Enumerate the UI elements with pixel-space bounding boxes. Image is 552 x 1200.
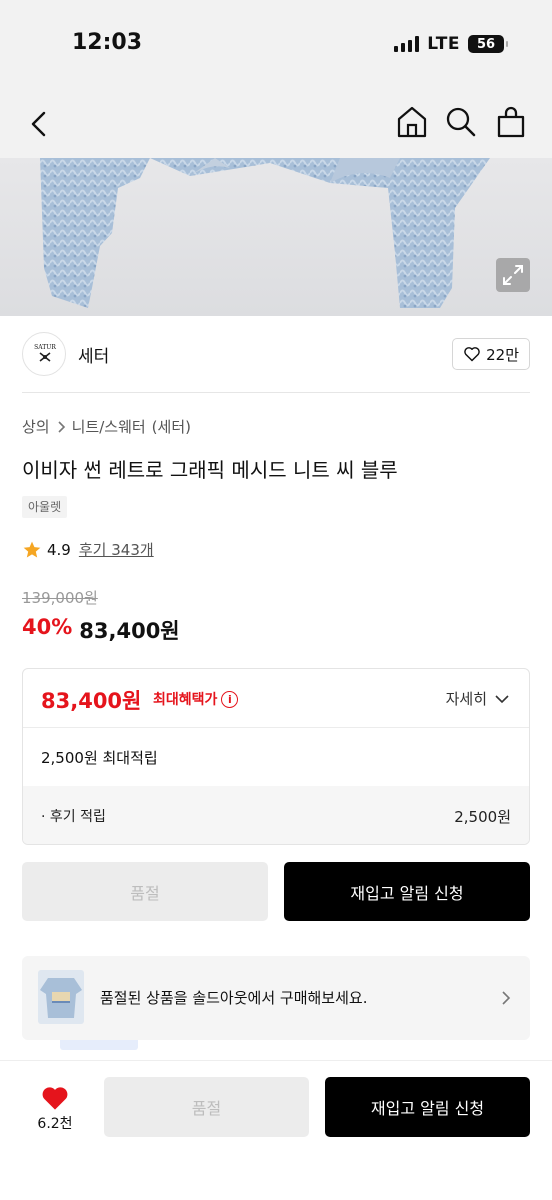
chevron-right-icon bbox=[58, 420, 65, 433]
benefit-header[interactable]: 83,400원 최대혜택가 i 자세히 bbox=[23, 669, 529, 727]
rating-value: 4.9 bbox=[47, 540, 71, 559]
status-indicators: LTE 56 bbox=[394, 34, 508, 54]
banner-thumbnail bbox=[38, 970, 84, 1024]
divider bbox=[22, 392, 530, 393]
max-points: 2,500원 최대적립 bbox=[41, 749, 158, 767]
breadcrumb-item-brand[interactable]: (세터) bbox=[152, 416, 191, 437]
product-image[interactable] bbox=[0, 158, 552, 316]
breadcrumb-item-top[interactable]: 상의 bbox=[22, 416, 50, 437]
soldout-button[interactable]: 품절 bbox=[22, 862, 268, 921]
sale-price: 83,400원 bbox=[79, 619, 180, 643]
product-title: 이비자 썬 레트로 그래픽 메시드 니트 씨 블루 bbox=[22, 458, 398, 482]
original-price: 139,000원 bbox=[22, 589, 98, 607]
battery-level: 56 bbox=[476, 36, 496, 52]
bottom-restock-alert-button[interactable]: 재입고 알림 신청 bbox=[325, 1077, 530, 1137]
brand-row: SATUR 세터 22만 bbox=[22, 332, 530, 376]
nav-bar bbox=[0, 92, 552, 158]
battery-icon: 56 bbox=[468, 35, 508, 53]
breadcrumb: 상의 니트/스웨터 (세터) bbox=[22, 416, 191, 437]
max-benefit-label: 최대혜택가 i bbox=[153, 689, 239, 709]
review-points-label: · 후기 적립 bbox=[41, 809, 106, 825]
brand-logo[interactable]: SATUR bbox=[22, 332, 66, 376]
review-link[interactable]: 후기 343개 bbox=[79, 539, 154, 560]
back-icon bbox=[31, 111, 46, 137]
heart-outline-icon bbox=[464, 347, 480, 362]
wishlist-button[interactable]: 6.2천 bbox=[24, 1079, 86, 1137]
detail-toggle[interactable]: 자세히 bbox=[446, 688, 509, 709]
brand-logo-text: SATUR bbox=[34, 344, 56, 351]
network-label: LTE bbox=[427, 34, 460, 54]
status-time: 12:03 bbox=[72, 30, 143, 55]
home-button[interactable] bbox=[394, 104, 430, 140]
coupon-chip bbox=[60, 1040, 138, 1050]
breadcrumb-item-knit[interactable]: 니트/스웨터 bbox=[72, 416, 146, 437]
home-icon bbox=[397, 106, 427, 138]
search-button[interactable] bbox=[443, 104, 479, 140]
search-icon bbox=[446, 107, 476, 137]
outlet-tag: 아울렛 bbox=[22, 496, 68, 518]
cart-button[interactable] bbox=[493, 104, 529, 140]
info-icon[interactable]: i bbox=[221, 690, 239, 708]
benefit-box: 83,400원 최대혜택가 i 자세히 2,500원 최대적립 · 후기 적립 … bbox=[22, 668, 530, 845]
bottom-bar: 6.2천 품절 재입고 알림 신청 bbox=[0, 1060, 552, 1200]
sale-price-row: 40% 83,400원 bbox=[22, 615, 180, 645]
brand-like-button[interactable]: 22만 bbox=[452, 338, 530, 370]
chevron-right-icon bbox=[502, 991, 511, 1005]
heart-filled-icon bbox=[42, 1087, 68, 1110]
rating-row: 4.9 후기 343개 bbox=[22, 539, 154, 560]
discount-rate: 40% bbox=[22, 615, 73, 639]
review-points-value: 2,500원 bbox=[454, 808, 511, 826]
star-icon bbox=[23, 541, 41, 557]
signal-icon bbox=[394, 36, 420, 52]
status-bar: 12:03 LTE 56 bbox=[0, 0, 552, 92]
benefit-price: 83,400원 bbox=[41, 689, 142, 713]
expand-button[interactable] bbox=[496, 258, 530, 292]
benefit-divider bbox=[23, 727, 529, 728]
wishlist-count: 6.2천 bbox=[37, 1116, 73, 1132]
review-points-row: · 후기 적립 2,500원 bbox=[23, 786, 529, 844]
expand-icon bbox=[503, 265, 523, 285]
soldout-banner[interactable]: 품절된 상품을 솔드아웃에서 구매해보세요. bbox=[22, 956, 530, 1040]
knit-sweater-image bbox=[40, 158, 490, 308]
detail-label: 자세히 bbox=[445, 690, 487, 708]
restock-alert-button[interactable]: 재입고 알림 신청 bbox=[284, 862, 530, 921]
max-benefit-text: 최대혜택가 bbox=[153, 692, 218, 708]
banner-text: 품절된 상품을 솔드아웃에서 구매해보세요. bbox=[100, 989, 368, 1007]
brand-like-count: 22만 bbox=[486, 345, 519, 364]
bottom-soldout-button[interactable]: 품절 bbox=[104, 1077, 309, 1137]
shopping-bag-icon bbox=[497, 106, 525, 138]
chevron-down-icon bbox=[495, 694, 509, 703]
brand-name[interactable]: 세터 bbox=[78, 342, 109, 367]
back-button[interactable] bbox=[22, 106, 58, 142]
